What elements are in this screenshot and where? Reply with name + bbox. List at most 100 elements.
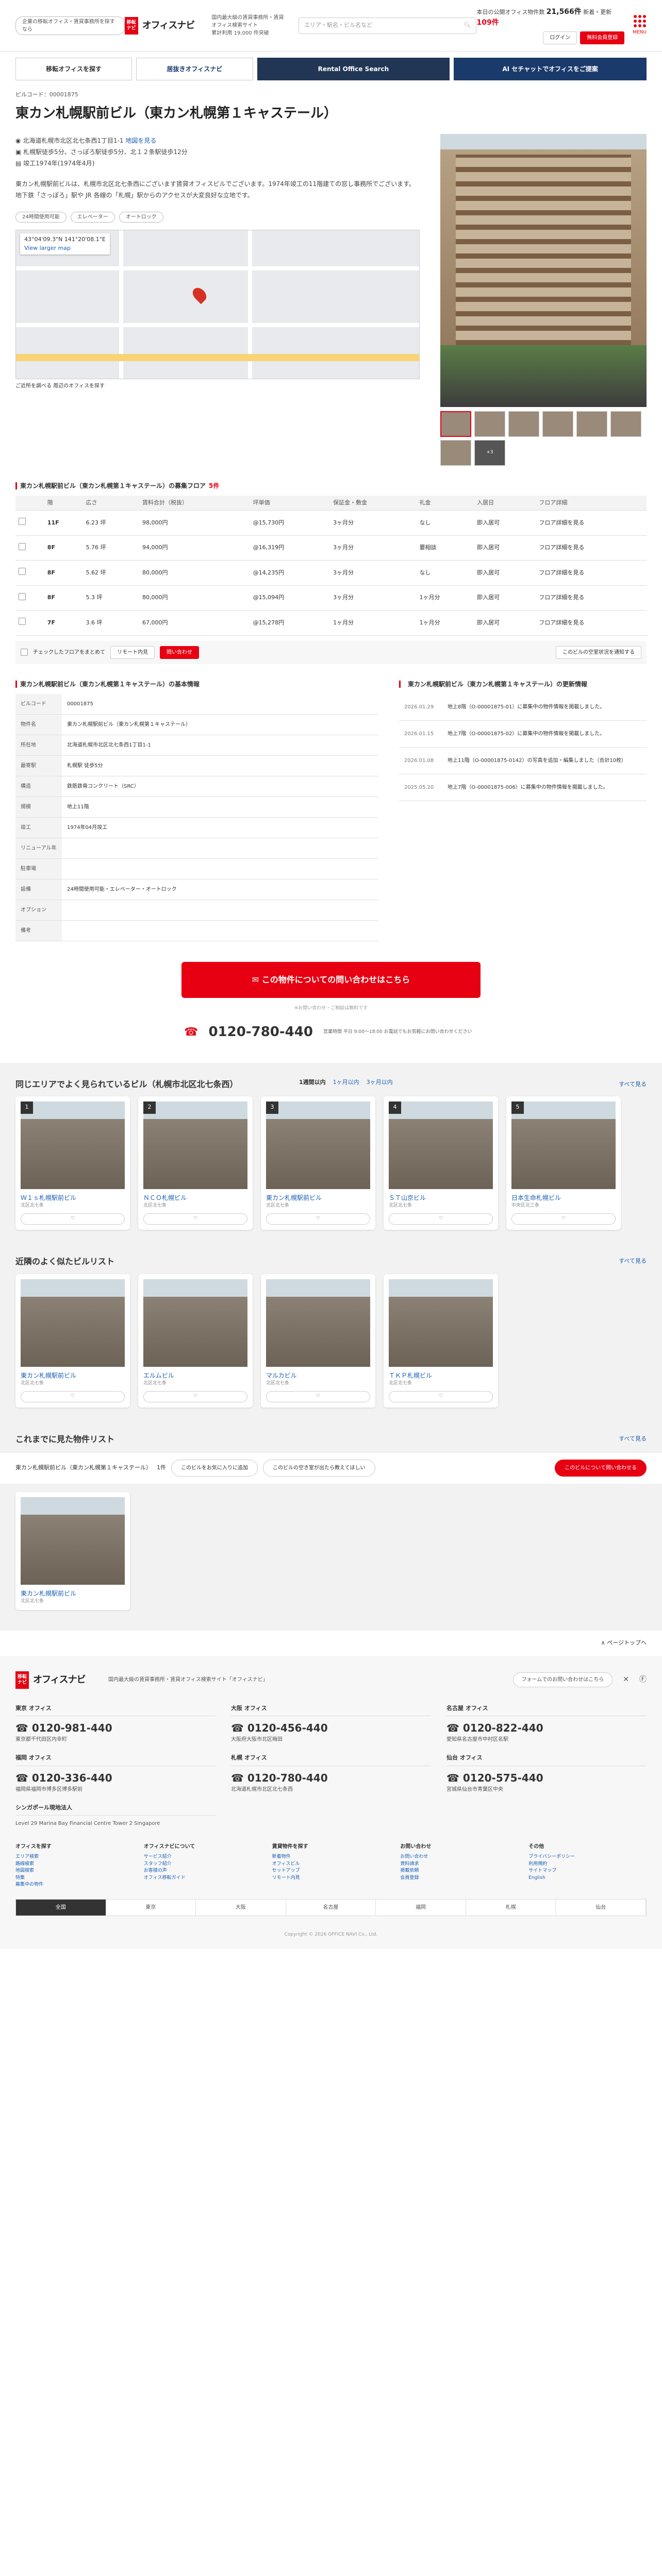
row-checkbox[interactable]	[19, 543, 26, 550]
footer-link[interactable]: お客様の声	[144, 1868, 262, 1875]
footer-link[interactable]: オフィス移転ガイド	[144, 1875, 262, 1882]
row-checkbox[interactable]	[19, 568, 26, 575]
footer-link[interactable]: リモート内見	[272, 1875, 390, 1882]
inquiry-button[interactable]: 問い合わせ	[160, 646, 199, 659]
map-links[interactable]: ご近所を調べる 周辺のオフィスを探す	[15, 382, 420, 390]
area-tab[interactable]: 大阪	[196, 1899, 286, 1916]
banner-inuki[interactable]: 居抜きオフィスナビ	[136, 58, 253, 80]
favorite-button[interactable]: ♡	[389, 1391, 493, 1402]
footer-link[interactable]: プライバシーポリシー	[528, 1854, 647, 1861]
building-card[interactable]: 1 Ｗ１ｓ札幌駅前ビル 北区北七条 ♡	[15, 1096, 130, 1230]
area-tab[interactable]: 名古屋	[286, 1899, 376, 1916]
vacant-row[interactable]: 11F 6.23 坪 98,000円 @15,730円 3ヶ月分 なし 即入居可 フロア詳細を…	[15, 510, 647, 536]
building-photo[interactable]	[440, 133, 647, 407]
building-card-name[interactable]: 東カン札幌駅前ビル	[266, 1193, 370, 1202]
banner-ai-chat[interactable]: AI セチャットでオフィスをご提案	[454, 58, 647, 80]
thumbnail[interactable]	[474, 411, 505, 437]
building-card-name[interactable]: マルカビル	[266, 1371, 370, 1380]
building-card-name[interactable]: 日本生命札幌ビル	[511, 1193, 616, 1202]
vacant-cell[interactable]: フロア詳細を見る	[536, 560, 647, 586]
register-button[interactable]: 無料会員登録	[580, 31, 625, 44]
map-link[interactable]: 地図を見る	[125, 137, 156, 144]
favorite-button[interactable]: ♡	[511, 1213, 616, 1225]
banner-move[interactable]: 移転オフィスを探す	[15, 58, 133, 80]
favorite-button[interactable]: ♡	[21, 1213, 125, 1225]
search-input[interactable]: エリア・駅名・ビル名など 🔍︎	[299, 17, 477, 34]
building-card-name[interactable]: 東カン札幌駅前ビル	[21, 1589, 125, 1598]
building-card[interactable]: 東カン札幌駅前ビル 北区北七条 ♡	[15, 1274, 130, 1408]
vacant-cell[interactable]: フロア詳細を見る	[536, 585, 647, 611]
nearby-more-link[interactable]: すべて見る	[619, 1257, 647, 1266]
office-phone[interactable]: ☎ 0120-456-440	[231, 1720, 431, 1736]
footer-link[interactable]: 募集中の物件	[15, 1882, 134, 1889]
tab-1week[interactable]: 1週間以内	[299, 1078, 326, 1087]
footer-link[interactable]: セットアップ	[272, 1868, 390, 1875]
office-phone[interactable]: ☎ 0120-822-440	[446, 1720, 647, 1736]
footer-link[interactable]: オフィスビル	[272, 1861, 390, 1868]
footer-link[interactable]: 地図検索	[15, 1868, 134, 1875]
x-icon[interactable]: ✕	[623, 1674, 629, 1685]
thumbnail-more[interactable]: +3	[474, 439, 505, 466]
tab-3month[interactable]: 3ヶ月以内	[367, 1078, 393, 1087]
footer-link[interactable]: スタッフ紹介	[144, 1861, 262, 1868]
vacant-row[interactable]: 7F 3.6 坪 67,000円 @15,278円 1ヶ月分 1ヶ月分 即入居可 フロア詳細を…	[15, 610, 647, 636]
building-card[interactable]: 5 日本生命札幌ビル 中央区北三条 ♡	[506, 1096, 621, 1230]
office-phone[interactable]: ☎ 0120-780-440	[231, 1770, 431, 1786]
favorite-button[interactable]: ♡	[389, 1213, 493, 1225]
favorite-button[interactable]: ♡	[21, 1391, 125, 1402]
footer-link[interactable]: サイトマップ	[528, 1868, 647, 1875]
pagetop-link[interactable]: ∧ ページトップへ	[0, 1631, 662, 1656]
building-card[interactable]: 4 ＳＴ山京ビル 北区北七条 ♡	[384, 1096, 498, 1230]
footer-link[interactable]: お問い合わせ	[400, 1854, 518, 1861]
favorite-button[interactable]: ♡	[143, 1391, 247, 1402]
vacant-cell[interactable]: フロア詳細を見る	[536, 535, 647, 561]
notify-button[interactable]: このビルの空室状況を通知する	[556, 646, 641, 659]
building-card-name[interactable]: エルムビル	[143, 1371, 247, 1380]
row-checkbox[interactable]	[19, 518, 26, 525]
area-tab[interactable]: 東京	[106, 1899, 196, 1916]
footer-link[interactable]: 路線検索	[15, 1861, 134, 1868]
building-card[interactable]: ＴＫＰ札幌ビル 北区北七条 ♡	[384, 1274, 498, 1408]
footer-link[interactable]: 資料請求	[400, 1861, 518, 1868]
tab-1month[interactable]: 1ヶ月以内	[333, 1078, 359, 1087]
office-phone[interactable]: ☎ 0120-981-440	[15, 1720, 216, 1736]
thumbnail[interactable]	[610, 411, 641, 437]
footer-link[interactable]: 新着物件	[272, 1854, 390, 1861]
footer-link[interactable]: English	[528, 1875, 647, 1882]
footer-logo[interactable]: 移転 ナビ オフィスナビ	[15, 1671, 98, 1689]
footer-link[interactable]: 掲載依頼	[400, 1868, 518, 1875]
footer-link[interactable]: 特集	[15, 1875, 134, 1882]
row-checkbox[interactable]	[19, 592, 26, 600]
footer-link[interactable]: サービス紹介	[144, 1854, 262, 1861]
vacant-cell[interactable]: フロア詳細を見る	[536, 610, 647, 636]
footer-link[interactable]: 会員登録	[400, 1875, 518, 1882]
vacant-cell[interactable]: フロア詳細を見る	[536, 510, 647, 536]
office-phone[interactable]: ☎ 0120-336-440	[15, 1770, 216, 1786]
favorite-button[interactable]: ♡	[266, 1391, 370, 1402]
building-card-name[interactable]: 東カン札幌駅前ビル	[21, 1371, 125, 1380]
thumbnail[interactable]	[576, 411, 607, 437]
thumbnail[interactable]	[508, 411, 539, 437]
area-tab[interactable]: 仙台	[556, 1899, 646, 1916]
contact-form-button[interactable]: フォームでのお問い合わせはこちら	[512, 1672, 613, 1687]
facebook-icon[interactable]: Ⓕ	[639, 1674, 647, 1685]
area-tab[interactable]: 全国	[16, 1899, 106, 1916]
thumbnail[interactable]	[440, 439, 471, 466]
building-card[interactable]: 2 ＮＣＯ札幌ビル 北区北七条 ♡	[138, 1096, 253, 1230]
building-card-name[interactable]: ＳＴ山京ビル	[389, 1193, 493, 1202]
similar-more-link[interactable]: すべて見る	[619, 1080, 647, 1089]
vacant-row[interactable]: 8F 5.3 坪 80,000円 @15,094円 3ヶ月分 1ヶ月分 即入居可 フロア詳細を…	[15, 585, 647, 611]
google-map[interactable]: 43°04'09.3"N 141°20'08.1"E View larger m…	[15, 230, 420, 380]
area-tab[interactable]: 福岡	[376, 1899, 466, 1916]
site-logo[interactable]: 移転 ナビ オフィスナビ	[124, 16, 202, 35]
office-phone[interactable]: ☎ 0120-575-440	[446, 1770, 647, 1786]
vacant-row[interactable]: 8F 5.76 坪 94,000円 @16,319円 3ヶ月分 要相談 即入居可 フロア詳細を…	[15, 535, 647, 561]
thumbnail[interactable]	[542, 411, 573, 437]
building-card-name[interactable]: ＴＫＰ札幌ビル	[389, 1371, 493, 1380]
notify-vacancy-button[interactable]: このビルの空き室が出たら教えてほしい	[263, 1459, 375, 1477]
recent-more-link[interactable]: すべて見る	[619, 1435, 647, 1444]
banner-rental[interactable]: Rental Office Search	[257, 58, 450, 80]
building-card[interactable]: 東カン札幌駅前ビル 北区北七条	[15, 1492, 130, 1610]
building-card[interactable]: エルムビル 北区北七条 ♡	[138, 1274, 253, 1408]
favorite-button[interactable]: ♡	[143, 1213, 247, 1225]
